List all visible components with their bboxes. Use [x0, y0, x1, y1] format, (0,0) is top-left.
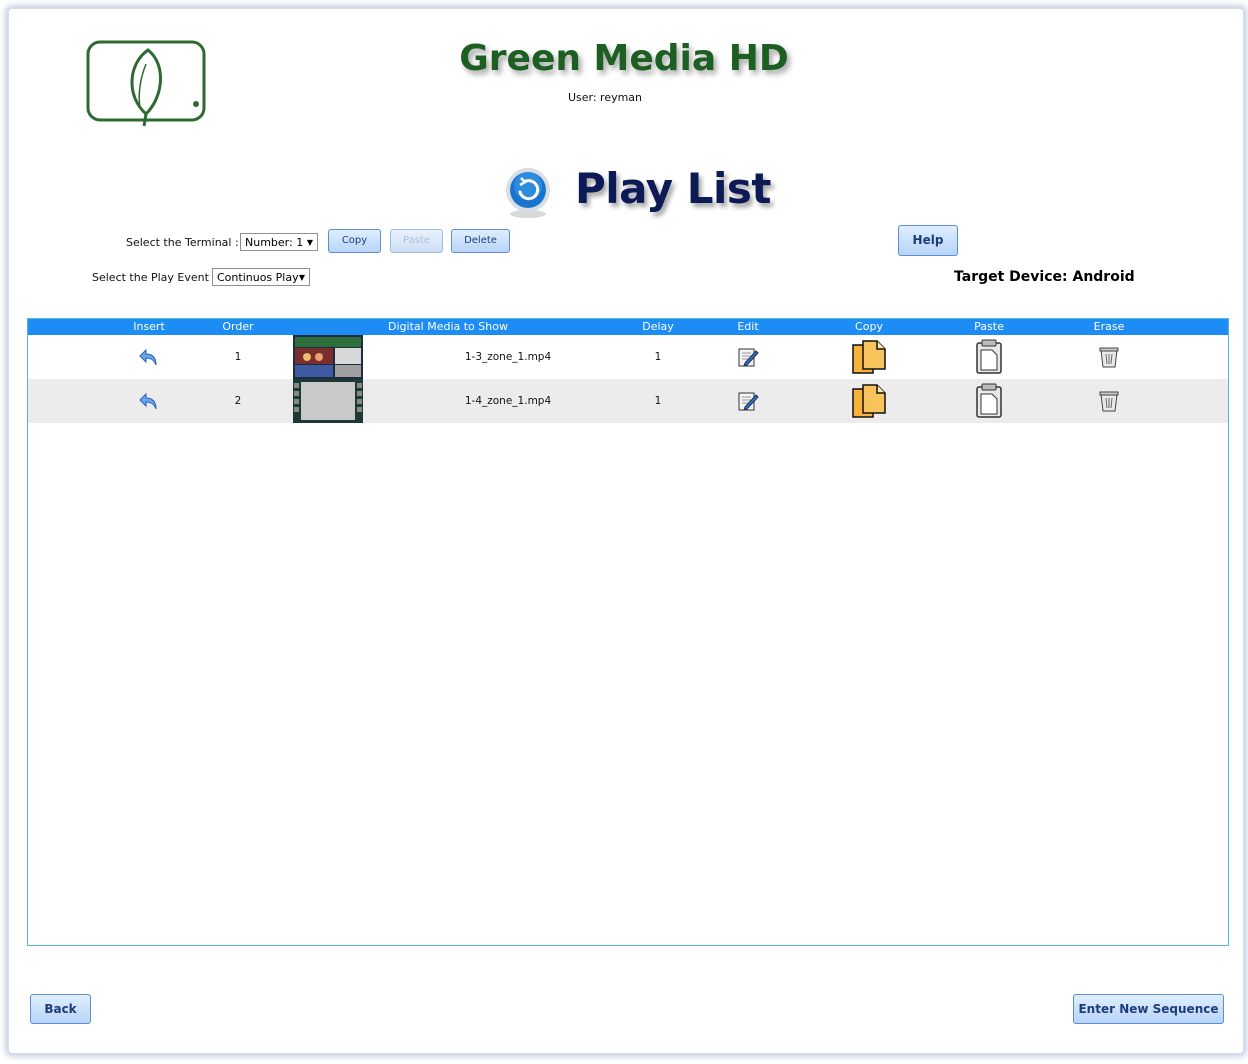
table-row: 1 1-3_zone_1.mp4 1: [28, 335, 1228, 379]
chevron-down-icon: ▼: [306, 238, 313, 247]
edit-icon[interactable]: [736, 345, 760, 369]
refresh-icon: [506, 168, 550, 218]
playlist-table: Insert Order Digital Media to Show Delay…: [27, 318, 1229, 946]
col-copy: Copy: [855, 320, 883, 333]
delay-cell: 1: [654, 351, 662, 363]
brand-title: Green Media HD: [459, 38, 789, 79]
enter-new-sequence-button[interactable]: Enter New Sequence: [1073, 994, 1224, 1024]
paste-button[interactable]: Paste: [390, 229, 443, 253]
help-button[interactable]: Help: [898, 225, 958, 256]
media-thumbnail[interactable]: [293, 379, 363, 423]
terminal-label: Select the Terminal :: [126, 236, 239, 249]
page-title: Play List: [575, 164, 771, 213]
terminal-select[interactable]: Number: 1 ▼: [240, 233, 318, 251]
target-device: Target Device: Android: [954, 269, 1135, 285]
insert-arrow-icon[interactable]: [138, 391, 160, 411]
edit-icon[interactable]: [736, 389, 760, 413]
copy-icon[interactable]: [851, 339, 887, 375]
delay-cell: 1: [654, 395, 662, 407]
delete-button[interactable]: Delete: [451, 229, 510, 253]
trash-icon[interactable]: [1098, 345, 1120, 369]
table-row: 2 1-4_zone_1.mp4 1: [28, 379, 1228, 423]
back-button[interactable]: Back: [30, 994, 91, 1024]
paste-icon[interactable]: [975, 383, 1003, 419]
col-media: Digital Media to Show: [388, 320, 508, 333]
copy-button[interactable]: Copy: [328, 229, 381, 253]
col-paste: Paste: [974, 320, 1004, 333]
col-erase: Erase: [1093, 320, 1125, 333]
chevron-down-icon: ▼: [298, 273, 305, 282]
insert-arrow-icon[interactable]: [138, 347, 160, 367]
paste-icon[interactable]: [975, 339, 1003, 375]
user-label: User: reyman: [567, 91, 643, 104]
terminal-select-value: Number: 1: [245, 236, 304, 249]
event-label: Select the Play Event :: [92, 271, 217, 284]
media-name: 1-4_zone_1.mp4: [464, 395, 552, 407]
col-insert: Insert: [133, 320, 165, 333]
table-header: Insert Order Digital Media to Show Delay…: [28, 319, 1228, 335]
col-order: Order: [222, 320, 254, 333]
copy-icon[interactable]: [851, 383, 887, 419]
event-select-value: Continuos Play: [217, 271, 299, 284]
media-name: 1-3_zone_1.mp4: [464, 351, 552, 363]
col-delay: Delay: [642, 320, 674, 333]
order-cell: 1: [234, 351, 242, 363]
event-select[interactable]: Continuos Play ▼: [212, 268, 310, 286]
trash-icon[interactable]: [1098, 389, 1120, 413]
order-cell: 2: [234, 395, 242, 407]
col-edit: Edit: [737, 320, 759, 333]
media-thumbnail[interactable]: [293, 335, 363, 379]
